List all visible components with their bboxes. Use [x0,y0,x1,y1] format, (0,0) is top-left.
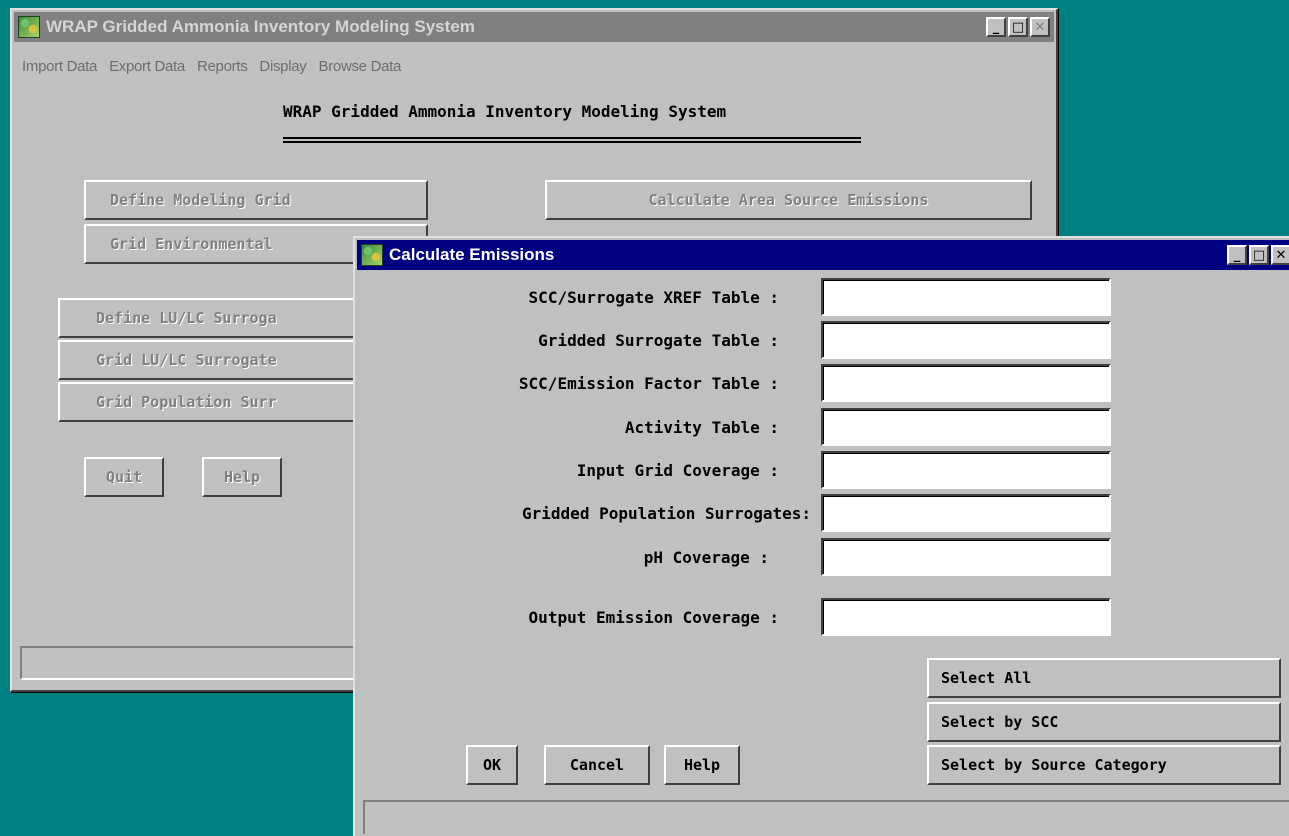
calc-area-source-button[interactable]: Calculate Area Source Emissions [545,180,1032,220]
define-modeling-grid-button[interactable]: Define Modeling Grid [84,180,428,220]
ph-coverage-field[interactable] [821,538,1111,576]
menu-import-data[interactable]: Import Data [22,58,97,75]
activity-table-label: Activity Table : [624,418,779,437]
main-help-button[interactable]: Help [202,457,282,497]
scc-surrogate-xref-field[interactable] [821,278,1111,316]
gridded-surrogate-table-field[interactable] [821,321,1111,359]
gridded-population-surrogates-field[interactable] [821,494,1111,532]
dialog-status-bar [363,800,1289,834]
dialog-title: Calculate Emissions [389,245,555,264]
select-all-button[interactable]: Select All [927,658,1281,698]
dialog-help-button[interactable]: Help [664,745,740,785]
define-lulc-button[interactable]: Define LU/LC Surroga [58,298,368,338]
output-emission-coverage-label: Output Emission Coverage : [528,608,779,627]
app-icon [18,16,40,38]
scc-emission-factor-label: SCC/Emission Factor Table : [518,374,779,393]
ph-coverage-label: pH Coverage : [643,548,769,567]
minimize-icon[interactable]: _ [986,17,1006,37]
main-window-title: WRAP Gridded Ammonia Inventory Modeling … [46,17,475,36]
gridded-population-surrogates-label: Gridded Population Surrogates: [522,504,811,523]
grid-lulc-button[interactable]: Grid LU/LC Surrogate [58,340,368,380]
main-heading: WRAP Gridded Ammonia Inventory Modeling … [283,102,727,121]
scc-emission-factor-field[interactable] [821,364,1111,402]
maximize-icon[interactable]: □ [1008,17,1028,37]
gridded-surrogate-table-label: Gridded Surrogate Table : [538,331,779,350]
ok-button[interactable]: OK [466,745,518,785]
heading-divider [283,137,861,143]
menu-reports[interactable]: Reports [197,58,248,75]
close-icon[interactable]: ✕ [1030,17,1050,37]
dialog-app-icon [361,244,383,266]
dialog-maximize-icon[interactable]: □ [1249,245,1269,265]
input-grid-coverage-field[interactable] [821,451,1111,489]
activity-table-field[interactable] [821,408,1111,446]
dialog-close-icon[interactable]: ✕ [1271,245,1289,265]
select-by-scc-button[interactable]: Select by SCC [927,702,1281,742]
dialog-titlebar[interactable]: Calculate Emissions _ □ ✕ [357,240,1289,270]
grid-population-button[interactable]: Grid Population Surr [58,382,368,422]
cancel-button[interactable]: Cancel [544,745,650,785]
menu-display[interactable]: Display [259,58,306,75]
select-by-source-category-button[interactable]: Select by Source Category [927,745,1281,785]
input-grid-coverage-label: Input Grid Coverage : [576,461,779,480]
main-window-titlebar[interactable]: WRAP Gridded Ammonia Inventory Modeling … [14,12,1054,42]
dialog-minimize-icon[interactable]: _ [1227,245,1247,265]
scc-surrogate-xref-label: SCC/Surrogate XREF Table : [528,288,779,307]
quit-button[interactable]: Quit [84,457,164,497]
menu-browse-data[interactable]: Browse Data [319,58,402,75]
output-emission-coverage-field[interactable] [821,598,1111,636]
menu-bar: Import Data Export Data Reports Display … [22,58,401,75]
menu-export-data[interactable]: Export Data [109,58,185,75]
